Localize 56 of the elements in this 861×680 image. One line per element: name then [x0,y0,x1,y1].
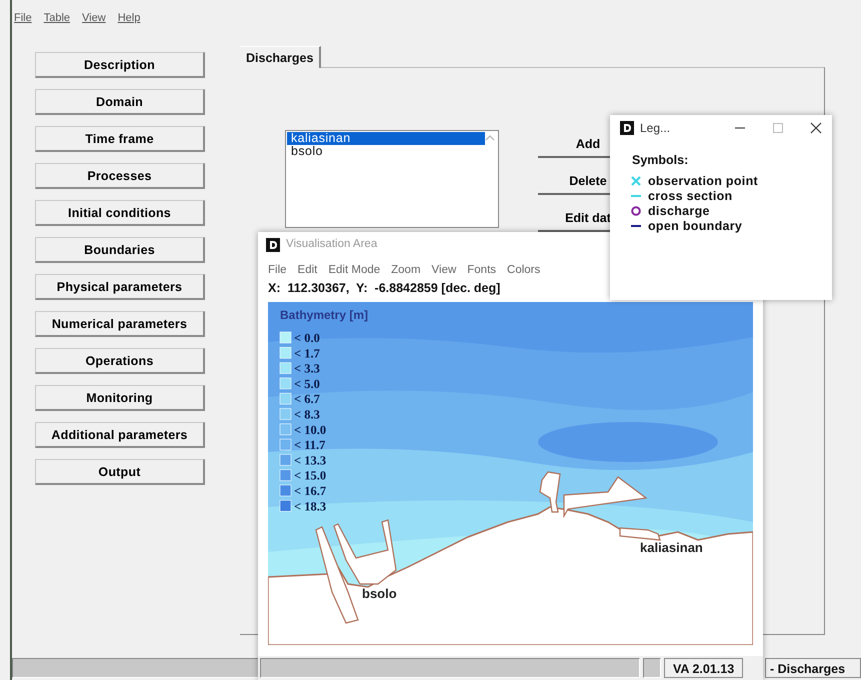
menu-item[interactable]: Help [118,10,140,34]
menu-item[interactable]: Fonts [467,262,496,280]
legend-label: < 16.7 [294,484,326,498]
status-text: - Discharges [765,658,861,678]
sidebar-button[interactable]: Numerical parameters [35,311,205,337]
legend-label: < 6.7 [294,392,320,406]
sidebar-button[interactable]: Time frame [35,126,205,152]
close-icon[interactable] [810,122,822,134]
list-item[interactable]: kaliasinan [287,132,485,145]
legend-label: < 8.3 [294,408,320,422]
sidebar-button[interactable]: Physical parameters [35,274,205,300]
menu-item[interactable]: View [82,10,106,34]
sidebar-button[interactable]: Processes [35,163,205,189]
symbol-label: observation point [648,174,758,189]
tab[interactable]: Discharges [240,46,322,68]
sidebar-button[interactable]: Output [35,459,205,485]
menu-item[interactable]: File [268,262,287,280]
scroll-up-icon[interactable] [484,133,496,143]
symbol-label: open boundary [648,218,742,234]
sidebar-button[interactable]: Description [35,52,205,78]
menu-item[interactable]: Edit Mode [328,262,380,280]
menu-item[interactable]: Table [44,10,70,34]
menu-item[interactable]: View [432,262,456,280]
menu-item[interactable]: Zoom [391,262,421,280]
place-label: kaliasinan [640,540,703,555]
legend-label: < 3.3 [294,362,320,376]
legend-label: < 11.7 [294,438,326,452]
menu-item[interactable]: Colors [507,262,540,280]
legend-label: < 13.3 [294,453,326,468]
symbol-label: cross section [648,188,732,204]
sidebar-button[interactable]: Boundaries [35,237,205,263]
legend-label: < 5.0 [294,376,320,391]
menu-item[interactable]: Edit [298,262,318,280]
coordinates-text: X: 112.30367, Y: -6.8842859 [dec. deg] [267,280,502,298]
legend-label: < 15.0 [294,468,326,483]
sidebar-button[interactable]: Domain [35,89,205,115]
symbol-label: discharge [648,204,710,219]
discharge-list[interactable]: kaliasinan bsolo [285,130,499,228]
sidebar-button[interactable]: Additional parameters [35,422,205,448]
legend-label: < 0.0 [294,331,320,345]
version-text: VA 2.01.13 [664,658,744,678]
window-title: Leg... [640,120,670,137]
app-logo-icon [620,121,634,135]
menu-item[interactable]: File [14,10,32,34]
app-logo-icon [266,238,280,252]
sidebar-button[interactable]: Initial conditions [35,200,205,226]
status-field [643,658,661,678]
legend-label: < 10.0 [294,422,326,437]
list-item[interactable]: bsolo [287,145,485,158]
sidebar-button[interactable]: Operations [35,348,205,374]
legend-label: < 1.7 [294,346,320,360]
sidebar-button[interactable]: Monitoring [35,385,205,411]
legend-title: Bathymetry [m] [280,308,368,322]
window-title: Visualisation Area [286,237,378,252]
place-label: bsolo [362,586,397,601]
legend-label: < 18.3 [294,499,326,514]
